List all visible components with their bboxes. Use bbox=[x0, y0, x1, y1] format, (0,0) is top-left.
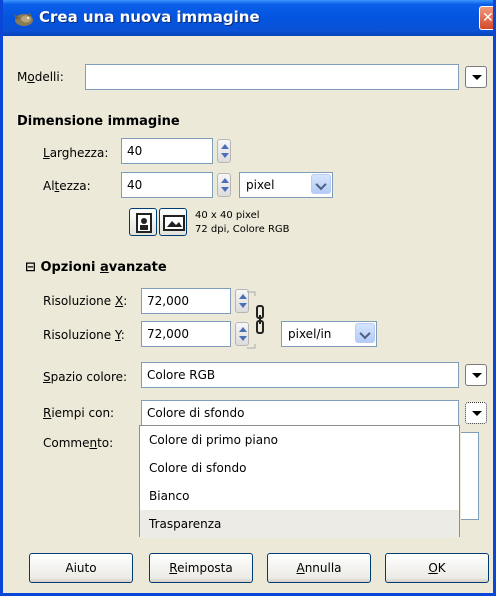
resolution-unit-select[interactable]: pixel/in bbox=[281, 321, 377, 347]
gimp-wilber-icon bbox=[14, 12, 33, 26]
resolution-unit-value: pixel/in bbox=[288, 327, 332, 341]
height-label-text-1: Al bbox=[43, 179, 55, 193]
templates-combo[interactable] bbox=[85, 64, 459, 90]
ok-label: K bbox=[437, 561, 446, 575]
height-label-text-2: ezza: bbox=[59, 179, 91, 193]
reset-label: eimposta bbox=[177, 561, 233, 575]
portrait-icon bbox=[136, 213, 152, 233]
chevron-down-icon[interactable] bbox=[355, 323, 375, 343]
height-input[interactable]: 40 bbox=[121, 172, 213, 198]
comment-label-text-1: Comme bbox=[43, 436, 90, 450]
dialog-content: Modelli: Dimensione immagine Larghezza: … bbox=[3, 36, 493, 593]
reset-button[interactable]: Reimposta bbox=[149, 553, 253, 583]
templates-label: Modelli: bbox=[17, 70, 64, 84]
help-button[interactable]: Aiuto bbox=[29, 553, 133, 583]
comment-label: Commento: bbox=[43, 436, 113, 450]
landscape-button[interactable] bbox=[159, 208, 187, 236]
fill-label-text-2: iempi con: bbox=[51, 406, 115, 420]
reset-mnemonic: R bbox=[169, 561, 178, 575]
templates-label-mnemonic: o bbox=[27, 70, 35, 84]
res-y-label-text-2: : bbox=[120, 328, 125, 342]
spin-up-icon[interactable] bbox=[239, 327, 247, 332]
size-info-line1: 40 x 40 pixel bbox=[195, 210, 260, 221]
height-spinner[interactable] bbox=[217, 173, 231, 197]
fill-with-combo[interactable]: Colore di sfondo bbox=[141, 400, 459, 426]
fill-with-dropdown-menu: Colore di primo piano Colore di sfondo B… bbox=[139, 425, 460, 538]
chevron-down-icon[interactable] bbox=[311, 174, 331, 194]
collapse-icon[interactable]: ⊟ bbox=[25, 260, 36, 275]
color-space-label-text-2: pazio colore: bbox=[50, 370, 128, 384]
advanced-heading-text-2: vanzate bbox=[108, 260, 167, 275]
spin-down-icon[interactable] bbox=[221, 153, 229, 158]
templates-dropdown-button[interactable] bbox=[465, 66, 487, 88]
spin-down-icon[interactable] bbox=[221, 187, 229, 192]
resolution-y-spinner[interactable] bbox=[235, 322, 249, 346]
res-y-label-text-1: Risoluzione bbox=[43, 328, 115, 342]
size-unit-select[interactable]: pixel bbox=[239, 172, 333, 198]
landscape-icon bbox=[163, 215, 185, 231]
width-spinner[interactable] bbox=[217, 139, 231, 163]
spin-down-icon[interactable] bbox=[239, 336, 247, 341]
cancel-mnemonic: A bbox=[296, 561, 305, 575]
cancel-button[interactable]: Annulla bbox=[267, 553, 371, 583]
width-label-mnemonic: L bbox=[43, 146, 50, 160]
close-button[interactable]: ✕ bbox=[479, 6, 493, 30]
templates-label-text-2: delli: bbox=[34, 70, 64, 84]
size-unit-value: pixel bbox=[246, 178, 275, 192]
title-bar[interactable]: Crea una nuova immagine ✕ bbox=[3, 0, 493, 36]
comment-textarea-edge[interactable] bbox=[461, 432, 479, 520]
resolution-x-label: Risoluzione X: bbox=[43, 294, 127, 308]
resolution-y-input[interactable]: 72,000 bbox=[141, 321, 231, 347]
res-x-label-text-1: Risoluzione bbox=[43, 294, 115, 308]
fill-option-background[interactable]: Colore di sfondo bbox=[140, 454, 459, 482]
resolution-x-input[interactable]: 72,000 bbox=[141, 288, 231, 314]
spin-up-icon[interactable] bbox=[221, 178, 229, 183]
templates-label-text-1: M bbox=[17, 70, 28, 84]
color-space-label-mnemonic: S bbox=[43, 370, 51, 384]
window-title: Crea una nuova immagine bbox=[39, 8, 260, 26]
fill-with-label: Riempi con: bbox=[43, 406, 114, 420]
width-label: Larghezza: bbox=[43, 146, 108, 160]
height-label: Altezza: bbox=[43, 179, 91, 193]
fill-option-white[interactable]: Bianco bbox=[140, 482, 459, 510]
advanced-heading-text-1: Opzioni bbox=[40, 260, 100, 275]
fill-with-dropdown-button[interactable] bbox=[465, 402, 487, 424]
close-icon: ✕ bbox=[482, 10, 493, 26]
portrait-button[interactable] bbox=[129, 208, 157, 236]
color-space-label: Spazio colore: bbox=[43, 370, 127, 384]
color-space-combo[interactable]: Colore RGB bbox=[141, 362, 459, 388]
res-x-label-mnemonic: X bbox=[114, 294, 124, 308]
fill-option-foreground[interactable]: Colore di primo piano bbox=[140, 426, 459, 454]
cancel-label: nnulla bbox=[304, 561, 342, 575]
new-image-dialog: Crea una nuova immagine ✕ Modelli: Dimen… bbox=[0, 0, 496, 596]
color-space-dropdown-button[interactable] bbox=[465, 364, 487, 386]
comment-label-text-2: to: bbox=[97, 436, 114, 450]
advanced-options-expander[interactable]: ⊟ Opzioni avanzate bbox=[25, 260, 167, 275]
width-label-text-2: arghezza: bbox=[49, 146, 109, 160]
ok-button[interactable]: OK bbox=[385, 553, 489, 583]
advanced-heading-mnemonic: a bbox=[100, 260, 109, 275]
comment-label-mnemonic: n bbox=[89, 436, 98, 450]
fill-option-transparency[interactable]: Trasparenza bbox=[140, 510, 459, 538]
size-info-line2: 72 dpi, Colore RGB bbox=[195, 224, 290, 235]
ok-mnemonic: O bbox=[428, 561, 438, 575]
resolution-y-label: Risoluzione Y: bbox=[43, 328, 125, 342]
res-x-label-text-2: : bbox=[123, 294, 128, 308]
width-input[interactable]: 40 bbox=[121, 138, 213, 164]
image-size-heading: Dimensione immagine bbox=[17, 114, 180, 129]
spin-up-icon[interactable] bbox=[221, 144, 229, 149]
